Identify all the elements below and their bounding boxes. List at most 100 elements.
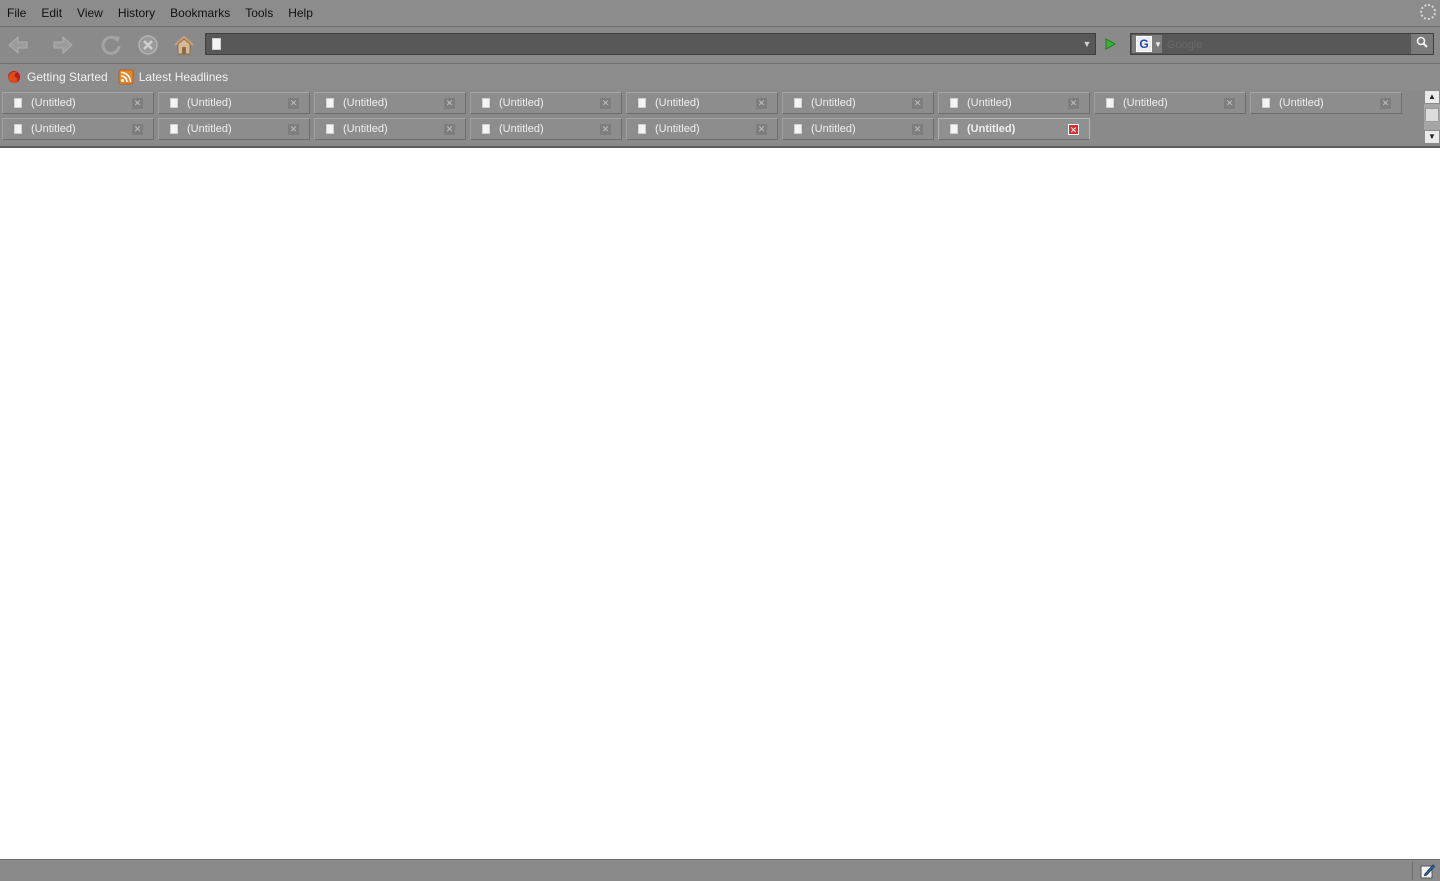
close-tab-icon[interactable]: ✕ — [912, 124, 923, 135]
tab[interactable]: (Untitled) ✕ — [782, 92, 934, 114]
page-icon — [170, 124, 178, 134]
tab[interactable]: (Untitled) ✕ — [314, 92, 466, 114]
tab[interactable]: (Untitled) ✕ — [2, 118, 154, 140]
close-tab-icon[interactable]: ✕ — [1224, 98, 1235, 109]
tab-title: (Untitled) — [655, 123, 700, 135]
page-icon — [638, 98, 646, 108]
page-icon — [170, 98, 178, 108]
page-icon — [14, 98, 22, 108]
menu-tools[interactable]: Tools — [238, 6, 281, 20]
page-icon — [794, 124, 802, 134]
tab[interactable]: (Untitled) ✕ — [158, 92, 310, 114]
page-icon — [950, 98, 958, 108]
tab-title: (Untitled) — [499, 97, 544, 109]
menu-history[interactable]: History — [111, 6, 163, 20]
close-tab-icon[interactable]: ✕ — [912, 98, 923, 109]
close-tab-icon[interactable]: ✕ — [756, 124, 767, 135]
stop-button[interactable] — [135, 33, 161, 57]
tab-title: (Untitled) — [655, 97, 700, 109]
bookmark-label: Getting Started — [27, 70, 108, 84]
tab[interactable]: (Untitled) ✕ — [626, 118, 778, 140]
close-tab-icon[interactable]: ✕ — [444, 124, 455, 135]
close-tab-icon[interactable]: ✕ — [600, 98, 611, 109]
page-icon — [14, 124, 22, 134]
page-icon — [326, 124, 334, 134]
close-tab-icon[interactable]: ✕ — [1380, 98, 1391, 109]
close-tab-icon[interactable]: ✕ — [600, 124, 611, 135]
status-divider — [1412, 862, 1413, 880]
tab-title: (Untitled) — [967, 123, 1016, 135]
bookmarks-toolbar: Getting Started Latest Headlines — [0, 64, 1440, 91]
page-icon — [1106, 98, 1114, 108]
search-button[interactable] — [1411, 34, 1433, 54]
tab-title: (Untitled) — [811, 123, 856, 135]
tab[interactable]: (Untitled) ✕ — [470, 118, 622, 140]
tab[interactable]: (Untitled) ✕ — [2, 92, 154, 114]
menu-bar: File Edit View History Bookmarks Tools H… — [0, 0, 1440, 27]
scroll-down-icon[interactable]: ▼ — [1424, 130, 1440, 144]
tab-title: (Untitled) — [499, 123, 544, 135]
chevron-down-icon: ▼ — [1154, 39, 1162, 49]
navigation-toolbar: ▼ G ▼ — [0, 27, 1440, 64]
close-tab-icon[interactable]: ✕ — [1068, 98, 1079, 109]
menu-view[interactable]: View — [70, 6, 111, 20]
forward-arrow-icon — [53, 35, 73, 55]
forward-button[interactable] — [50, 33, 76, 57]
menu-file[interactable]: File — [0, 6, 34, 20]
close-tab-icon[interactable]: ✕ — [1068, 124, 1079, 135]
page-icon — [1262, 98, 1270, 108]
tab[interactable]: (Untitled) ✕ — [470, 92, 622, 114]
bookmark-latest-headlines[interactable]: Latest Headlines — [118, 69, 228, 85]
tab[interactable]: (Untitled) ✕ — [158, 118, 310, 140]
close-tab-icon[interactable]: ✕ — [132, 124, 143, 135]
search-input[interactable] — [1165, 36, 1409, 54]
close-tab-icon[interactable]: ✕ — [288, 98, 299, 109]
tab[interactable]: (Untitled) ✕ — [314, 118, 466, 140]
tab[interactable]: (Untitled) ✕ — [938, 92, 1090, 114]
page-icon — [950, 124, 958, 134]
search-box[interactable]: G ▼ — [1130, 33, 1434, 55]
menu-bookmarks[interactable]: Bookmarks — [163, 6, 238, 20]
back-button[interactable] — [5, 33, 31, 57]
search-engine-selector[interactable]: G ▼ — [1132, 35, 1162, 53]
page-icon — [482, 98, 490, 108]
magnifier-icon — [1416, 36, 1428, 48]
notepad-icon[interactable] — [1419, 863, 1435, 879]
home-button[interactable] — [171, 33, 197, 57]
tab-selected[interactable]: (Untitled) ✕ — [938, 118, 1090, 140]
reload-button[interactable] — [98, 33, 124, 57]
reload-icon — [101, 35, 121, 55]
google-engine-icon: G — [1136, 36, 1152, 52]
page-content — [0, 148, 1440, 858]
menu-help[interactable]: Help — [281, 6, 321, 20]
rss-feed-icon — [118, 69, 134, 85]
page-icon — [212, 38, 221, 50]
bookmark-getting-started[interactable]: Getting Started — [6, 69, 108, 85]
tab-title: (Untitled) — [1279, 97, 1324, 109]
scrollbar-thumb[interactable] — [1425, 108, 1439, 122]
stop-icon — [138, 35, 158, 55]
tab-strip: (Untitled) ✕ (Untitled) ✕ (Untitled) ✕ (Unt… — [0, 90, 1440, 148]
url-history-dropdown[interactable]: ▼ — [1079, 34, 1095, 54]
tab-title: (Untitled) — [967, 97, 1012, 109]
firefox-icon — [8, 71, 20, 83]
tab-strip-scrollbar[interactable]: ▲ ▼ — [1424, 90, 1440, 144]
url-input[interactable] — [228, 36, 1082, 54]
close-tab-icon[interactable]: ✕ — [756, 98, 767, 109]
tab[interactable]: (Untitled) ✕ — [626, 92, 778, 114]
close-tab-icon[interactable]: ✕ — [444, 98, 455, 109]
tab[interactable]: (Untitled) ✕ — [1250, 92, 1402, 114]
scroll-up-icon[interactable]: ▲ — [1424, 90, 1440, 104]
go-button[interactable] — [1100, 35, 1120, 53]
tab[interactable]: (Untitled) ✕ — [782, 118, 934, 140]
throbber-icon — [1420, 4, 1436, 20]
close-tab-icon[interactable]: ✕ — [288, 124, 299, 135]
page-icon — [482, 124, 490, 134]
url-bar[interactable]: ▼ — [205, 33, 1096, 55]
menu-edit[interactable]: Edit — [34, 6, 70, 20]
tab-title: (Untitled) — [31, 97, 76, 109]
home-icon — [174, 35, 194, 55]
tab[interactable]: (Untitled) ✕ — [1094, 92, 1246, 114]
close-tab-icon[interactable]: ✕ — [132, 98, 143, 109]
tab-title: (Untitled) — [187, 97, 232, 109]
